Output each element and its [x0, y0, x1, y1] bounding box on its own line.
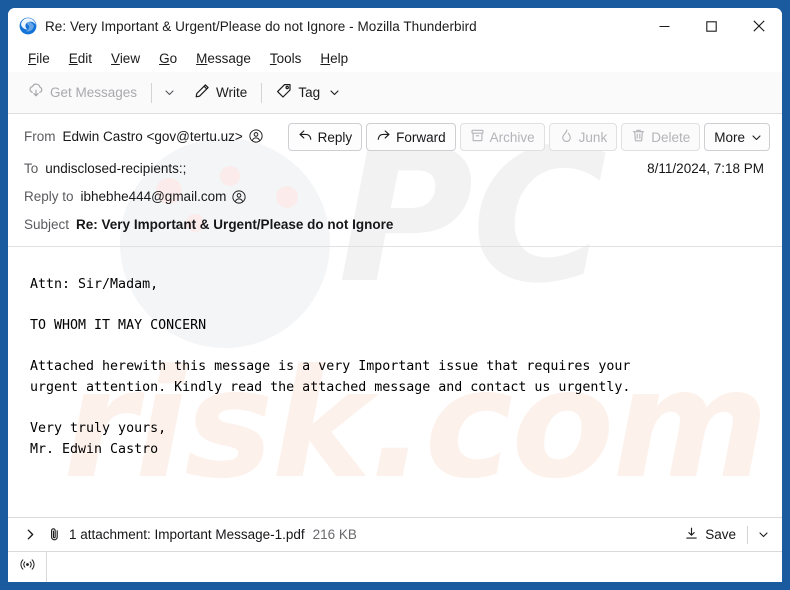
save-separator — [747, 525, 748, 544]
delete-label: Delete — [651, 129, 691, 145]
thunderbird-icon — [19, 17, 37, 35]
get-messages-label: Get Messages — [50, 85, 138, 100]
menu-item-help[interactable]: Help — [312, 48, 356, 69]
window-frame: PC risk.com Re: Very Important & Urgent/… — [8, 8, 782, 582]
reply-label: Reply — [317, 129, 353, 145]
get-messages-button[interactable]: Get Messages — [20, 78, 145, 107]
reply-to-value[interactable]: ibhebhe444@gmail.com — [81, 189, 227, 204]
maximize-button[interactable] — [688, 8, 735, 44]
pencil-icon — [194, 83, 210, 102]
save-label: Save — [705, 527, 736, 542]
header-row-reply-to: Reply to ibhebhe444@gmail.com — [8, 185, 782, 208]
message-actions: Reply Forward Archive Junk Delete More — [287, 123, 770, 151]
write-button[interactable]: Write — [186, 78, 255, 107]
attachment-size: 216 KB — [312, 527, 357, 542]
attachment-bar: 1 attachment: Important Message-1.pdf 21… — [8, 517, 782, 551]
to-value[interactable]: undisclosed-recipients:; — [45, 161, 186, 176]
write-label: Write — [216, 85, 248, 100]
reply-to-label: Reply to — [24, 189, 74, 204]
to-label: To — [24, 161, 39, 176]
window-title: Re: Very Important & Urgent/Please do no… — [45, 18, 477, 34]
chevron-down-icon — [329, 87, 340, 98]
menu-item-file[interactable]: File — [20, 48, 58, 69]
tag-icon — [276, 83, 292, 102]
person-circle-icon[interactable] — [249, 129, 263, 143]
archive-button[interactable]: Archive — [459, 123, 545, 151]
from-label: From — [24, 128, 56, 144]
junk-button[interactable]: Junk — [548, 123, 618, 151]
message-header: From Edwin Castro <gov@tertu.uz> Reply F… — [8, 114, 782, 247]
forward-button[interactable]: Forward — [366, 123, 456, 151]
from-value[interactable]: Edwin Castro <gov@tertu.uz> — [63, 129, 243, 144]
reply-button[interactable]: Reply — [287, 123, 363, 151]
toolbar-separator — [261, 82, 263, 103]
tag-label: Tag — [298, 85, 321, 100]
download-icon — [684, 526, 699, 544]
subject-value: Re: Very Important & Urgent/Please do no… — [76, 217, 394, 232]
status-bar — [8, 551, 782, 582]
header-row-to: To undisclosed-recipients:; 8/11/2024, 7… — [8, 157, 782, 180]
menu-item-edit[interactable]: Edit — [61, 48, 100, 69]
window-controls — [641, 8, 782, 44]
archive-box-icon — [470, 128, 485, 146]
archive-label: Archive — [489, 129, 535, 145]
junk-label: Junk — [578, 129, 608, 145]
attachment-expand-toggle[interactable] — [20, 524, 40, 546]
forward-arrow-icon — [376, 128, 391, 146]
minimize-button[interactable] — [641, 8, 688, 44]
header-row-subject: Subject Re: Very Important & Urgent/Plea… — [8, 213, 782, 236]
menu-item-view[interactable]: View — [103, 48, 148, 69]
get-messages-dropdown[interactable] — [158, 80, 180, 106]
main-toolbar: Get Messages Write Tag — [8, 72, 782, 114]
connection-status-cell[interactable] — [8, 552, 47, 582]
menu-item-tools[interactable]: Tools — [262, 48, 310, 69]
menu-bar: File Edit View Go Message Tools Help — [8, 44, 782, 72]
save-attachment-dropdown[interactable] — [752, 523, 774, 547]
tag-button[interactable]: Tag — [268, 78, 348, 107]
message-body: Attn: Sir/Madam, TO WHOM IT MAY CONCERN … — [30, 277, 631, 457]
thunderbird-window: PC risk.com Re: Very Important & Urgent/… — [0, 0, 790, 590]
delete-button[interactable]: Delete — [621, 123, 701, 151]
trash-icon — [631, 128, 646, 146]
close-button[interactable] — [735, 8, 782, 44]
broadcast-antenna-icon — [19, 556, 36, 578]
more-button[interactable]: More — [704, 123, 770, 151]
toolbar-separator — [151, 82, 153, 103]
forward-label: Forward — [396, 129, 446, 145]
flame-icon — [559, 128, 574, 146]
person-circle-icon[interactable] — [232, 189, 246, 204]
attachment-summary[interactable]: 1 attachment: Important Message-1.pdf — [69, 527, 305, 542]
paperclip-icon — [47, 527, 62, 542]
chevron-down-icon — [751, 132, 762, 143]
header-row-from: From Edwin Castro <gov@tertu.uz> Reply F… — [8, 123, 782, 151]
save-attachment-button[interactable]: Save — [677, 523, 743, 547]
menu-item-go[interactable]: Go — [151, 48, 185, 69]
title-bar: Re: Very Important & Urgent/Please do no… — [8, 8, 782, 44]
subject-label: Subject — [24, 217, 70, 232]
menu-item-message[interactable]: Message — [188, 48, 259, 69]
more-label: More — [714, 129, 745, 145]
reply-arrow-icon — [298, 128, 313, 146]
message-date: 8/11/2024, 7:18 PM — [647, 161, 764, 176]
download-cloud-icon — [28, 83, 44, 102]
